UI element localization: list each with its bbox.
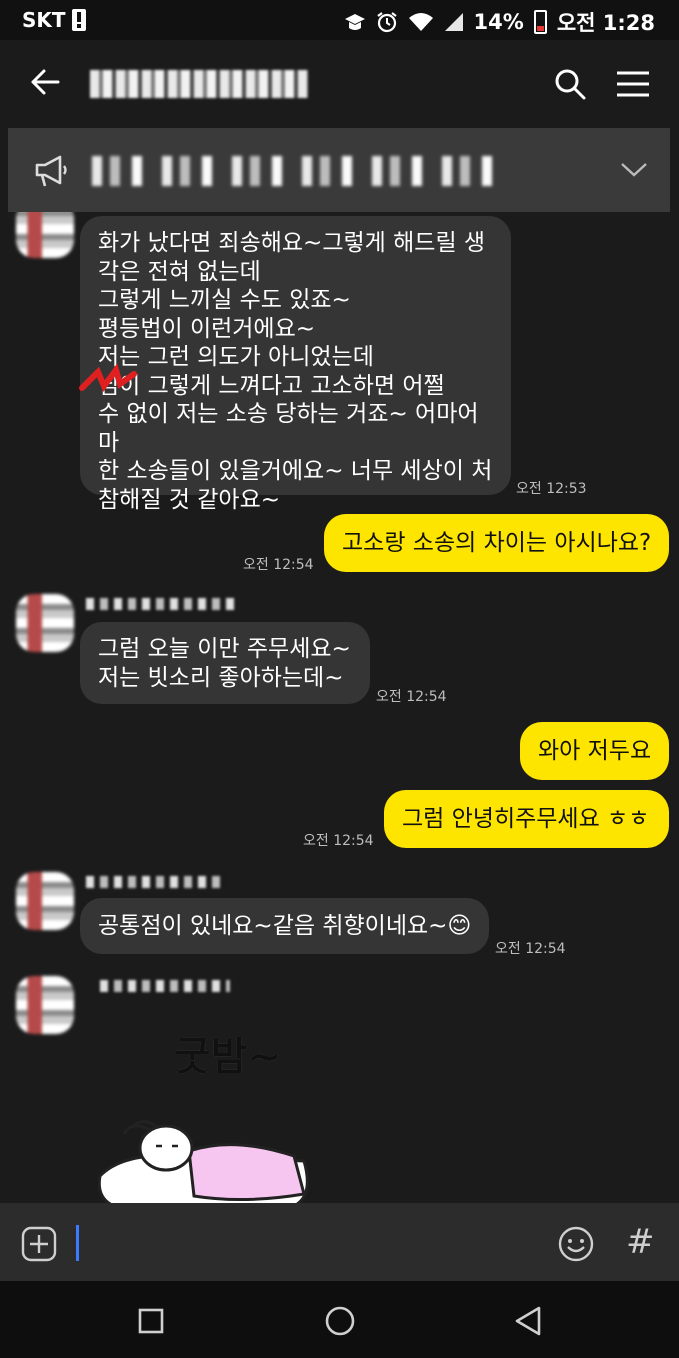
alert-icon — [72, 9, 86, 31]
message-time: 오전 12:54 — [376, 689, 447, 705]
notice-bar[interactable] — [8, 128, 670, 212]
message-time: 오전 12:54 — [495, 941, 566, 957]
graduation-cap-icon — [344, 14, 365, 30]
avatar[interactable] — [16, 976, 74, 1034]
message-bubble-outgoing[interactable]: 고소랑 소송의 차이는 아시나요? — [324, 514, 669, 572]
message-bubble-outgoing[interactable]: 와아 저두요 — [520, 722, 669, 780]
megaphone-icon — [35, 155, 67, 187]
message-bubble-incoming[interactable]: 그럼 오늘 이만 주무세요~ 저는 빗소리 좋아하는데~ — [80, 622, 370, 704]
wifi-icon — [408, 13, 433, 31]
battery-percent: 14% — [473, 10, 524, 34]
sender-name — [86, 876, 224, 888]
avatar[interactable] — [16, 594, 74, 652]
back-icon[interactable] — [513, 1305, 543, 1337]
message-input[interactable] — [76, 1225, 79, 1261]
home-icon[interactable] — [324, 1305, 356, 1337]
message-time: 오전 12:54 — [303, 833, 374, 849]
android-nav-bar — [0, 1281, 679, 1358]
avatar[interactable] — [16, 872, 74, 930]
plus-square-icon[interactable] — [21, 1226, 57, 1262]
clock: 오전 1:28 — [556, 11, 655, 35]
message-time: 오전 12:53 — [516, 481, 587, 497]
chat-header — [0, 40, 679, 126]
hashtag-button[interactable]: # — [626, 1222, 655, 1262]
sender-name — [100, 980, 230, 992]
signal-icon — [444, 13, 463, 31]
status-bar: SKT 14% 오전 1:28 — [0, 0, 679, 40]
emoji-icon[interactable] — [557, 1225, 595, 1263]
sticker-text: 굿밤~ — [173, 1034, 282, 1081]
status-right: 14% 오전 1:28 — [344, 7, 655, 37]
chevron-down-icon[interactable] — [620, 161, 648, 179]
bunny-in-bed-icon — [97, 1120, 309, 1203]
menu-icon[interactable] — [616, 70, 650, 98]
message-bubble-incoming[interactable]: 공통점이 있네요~같음 취향이네요~😊 — [80, 898, 489, 954]
message-bubble-incoming[interactable]: 화가 났다면 죄송해요~그렇게 해드릴 생 각은 전혀 없는데 그렇게 느끼실 … — [80, 216, 511, 513]
carrier-label: SKT — [22, 8, 66, 32]
recent-apps-icon[interactable] — [138, 1308, 164, 1334]
message-list[interactable]: 화가 났다면 죄송해요~그렇게 해드릴 생 각은 전혀 없는데 그렇게 느끼실 … — [0, 212, 679, 1203]
notice-text — [92, 156, 502, 186]
sender-name — [86, 598, 236, 610]
back-arrow-icon[interactable] — [30, 68, 60, 96]
chat-title — [90, 70, 308, 98]
alarm-icon — [376, 12, 397, 33]
message-time: 오전 12:54 — [243, 557, 314, 573]
search-icon[interactable] — [554, 68, 586, 100]
message-input-bar: # — [0, 1203, 679, 1281]
message-bubble-outgoing[interactable]: 그럼 안녕히주무세요 ㅎㅎ — [384, 790, 669, 848]
avatar[interactable] — [16, 212, 74, 258]
sleeping-bunny-sticker[interactable]: 굿밤~ — [80, 1006, 330, 1203]
battery-icon — [533, 10, 547, 34]
red-scribble — [79, 364, 137, 392]
